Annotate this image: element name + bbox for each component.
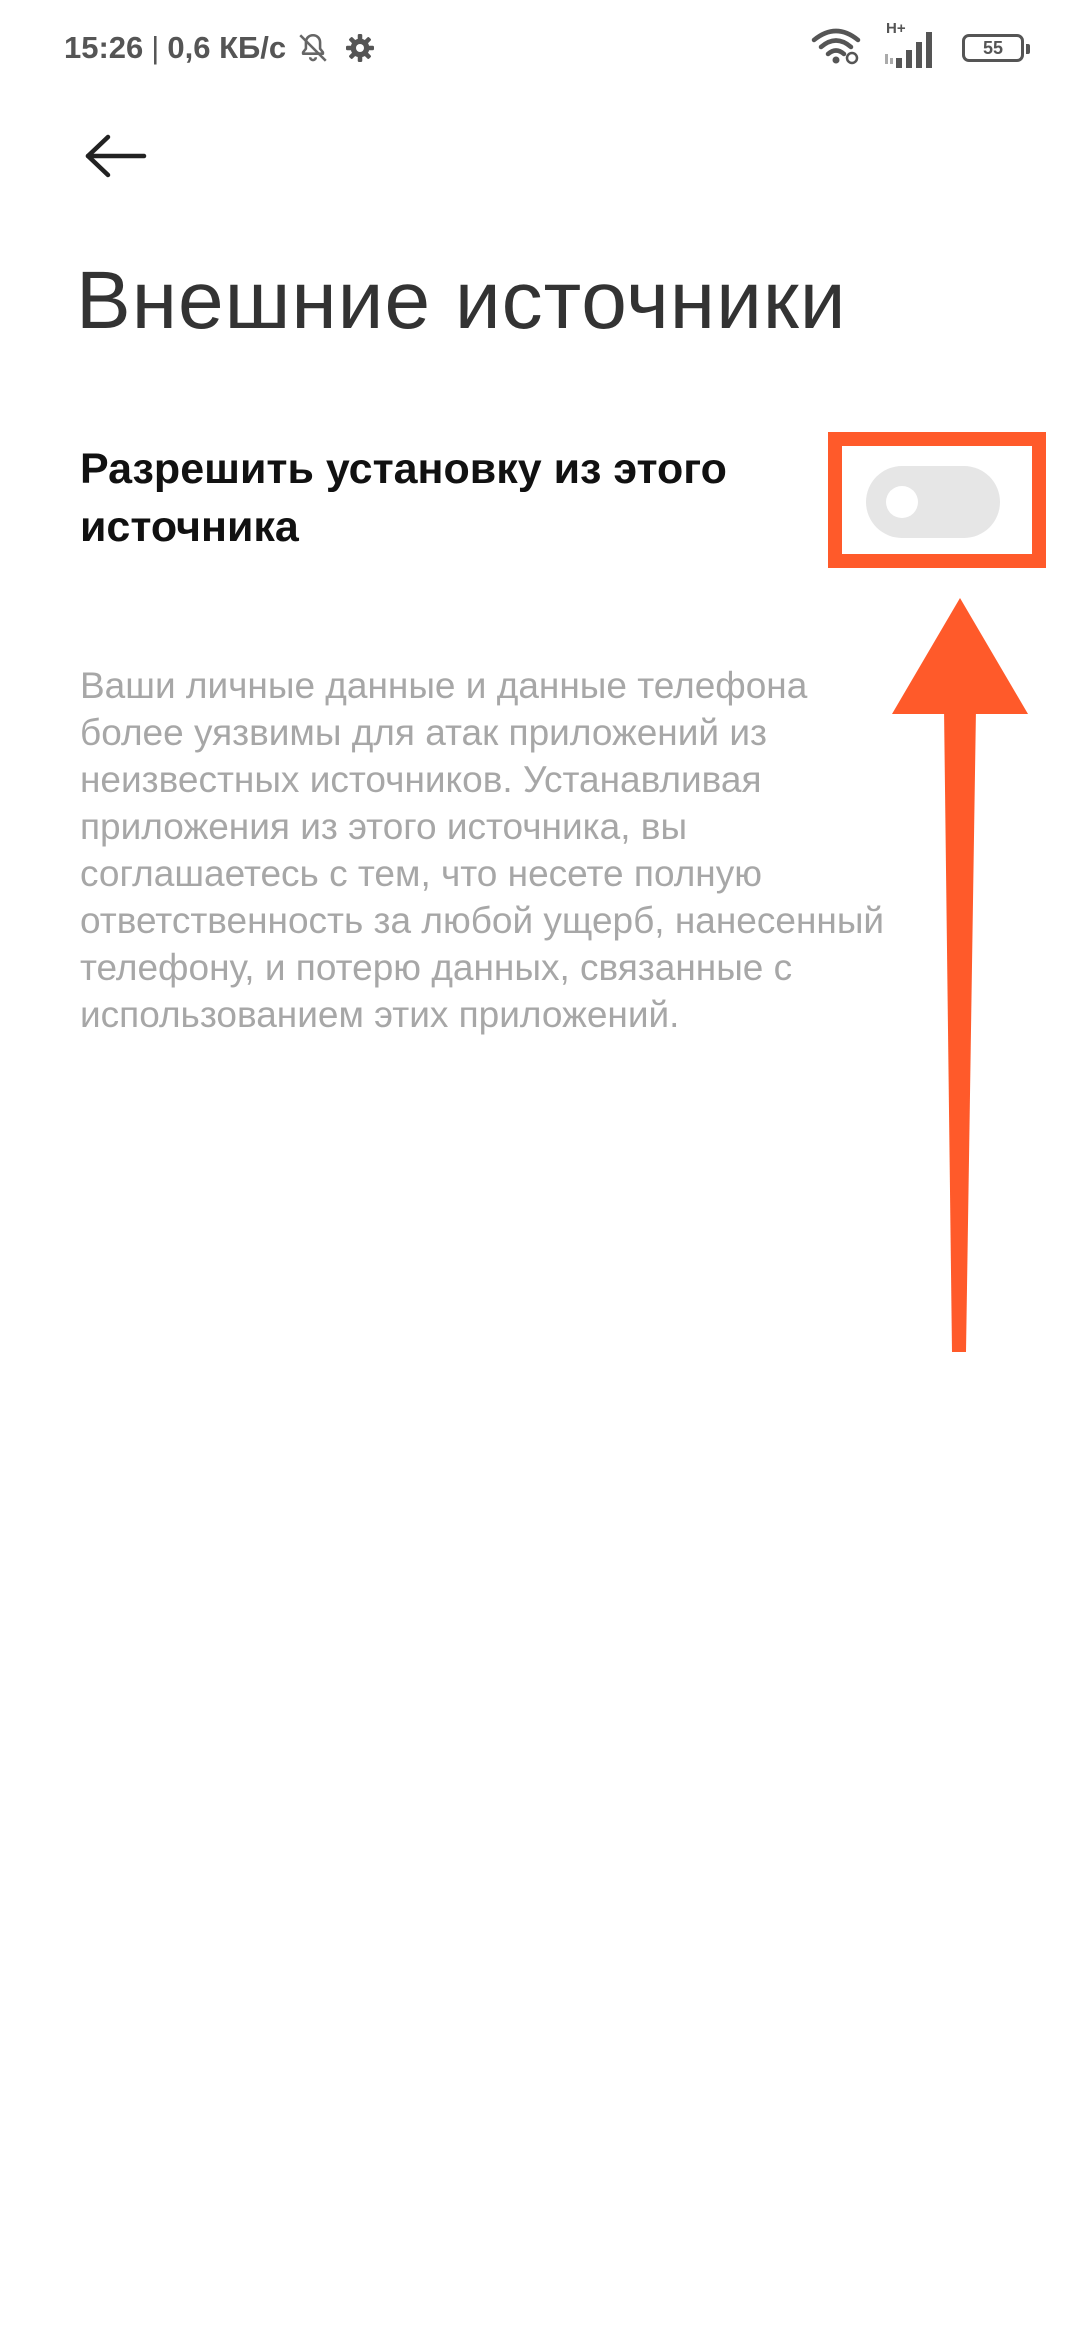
status-right: H+ 55 [810,20,1030,74]
battery-icon: 55 [962,34,1030,62]
gear-icon [344,32,376,64]
setting-label: Разрешить установку из этого источника [80,445,727,551]
status-time: 15:26 [64,30,144,65]
arrow-left-icon [84,134,148,183]
screen: 15:26 | 0,6 КБ/с H+ 55 Внешние источники… [0,0,1080,2340]
status-separator: | [151,30,160,65]
bell-off-icon [296,31,330,65]
wifi-icon [810,26,862,71]
arrow-up-icon [880,590,1040,1375]
highlight-box [828,432,1046,568]
page-title: Внешние источники [76,255,847,346]
description-text: Ваши личные данные и данные телефона бол… [80,665,885,1035]
status-left: 15:26 | 0,6 КБ/с [64,24,376,72]
status-bar: 15:26 | 0,6 КБ/с H+ 55 [0,0,1080,96]
back-button[interactable] [80,128,152,188]
signal-icon: H+ [882,20,942,70]
status-net-speed: 0,6 КБ/с [167,30,287,65]
battery-level: 55 [982,37,1004,58]
